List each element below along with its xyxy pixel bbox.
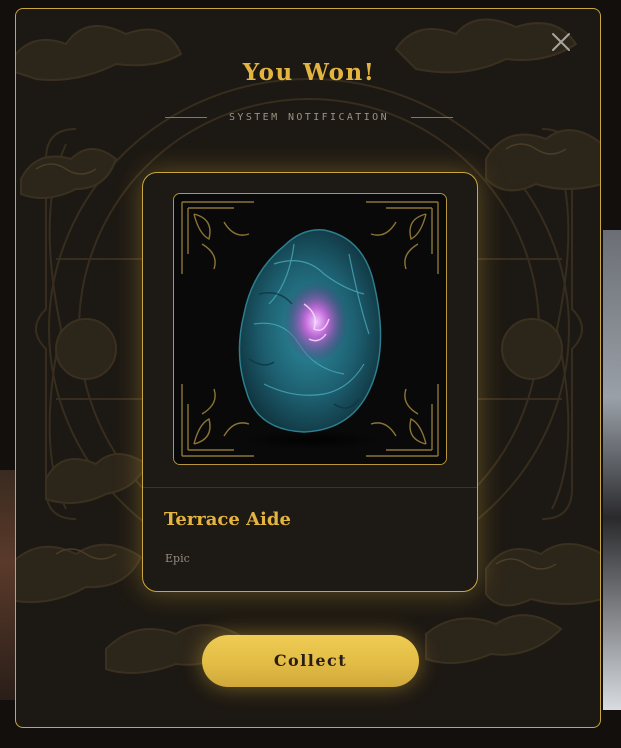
subtitle-row: SYSTEM NOTIFICATION [16, 112, 600, 123]
background-right-edge [603, 230, 621, 710]
card-divider [143, 487, 477, 488]
modal-title: You Won! [242, 59, 376, 86]
reward-rarity: Epic [165, 552, 190, 565]
crystal-gem-icon [174, 194, 446, 464]
close-button[interactable] [550, 31, 572, 53]
subtitle-rule-right [411, 117, 453, 118]
reward-card: Terrace Aide Epic [142, 172, 478, 592]
subtitle-rule-left [165, 117, 207, 118]
reward-modal: You Won! SYSTEM NOTIFICATION Terrace Aid… [15, 8, 601, 728]
close-icon [552, 33, 570, 51]
reward-item-name: Terrace Aide [164, 509, 291, 530]
reward-image-frame [173, 193, 447, 465]
modal-subtitle: SYSTEM NOTIFICATION [229, 112, 389, 123]
collect-button[interactable]: Collect [202, 635, 419, 687]
background-left-edge [0, 470, 16, 700]
